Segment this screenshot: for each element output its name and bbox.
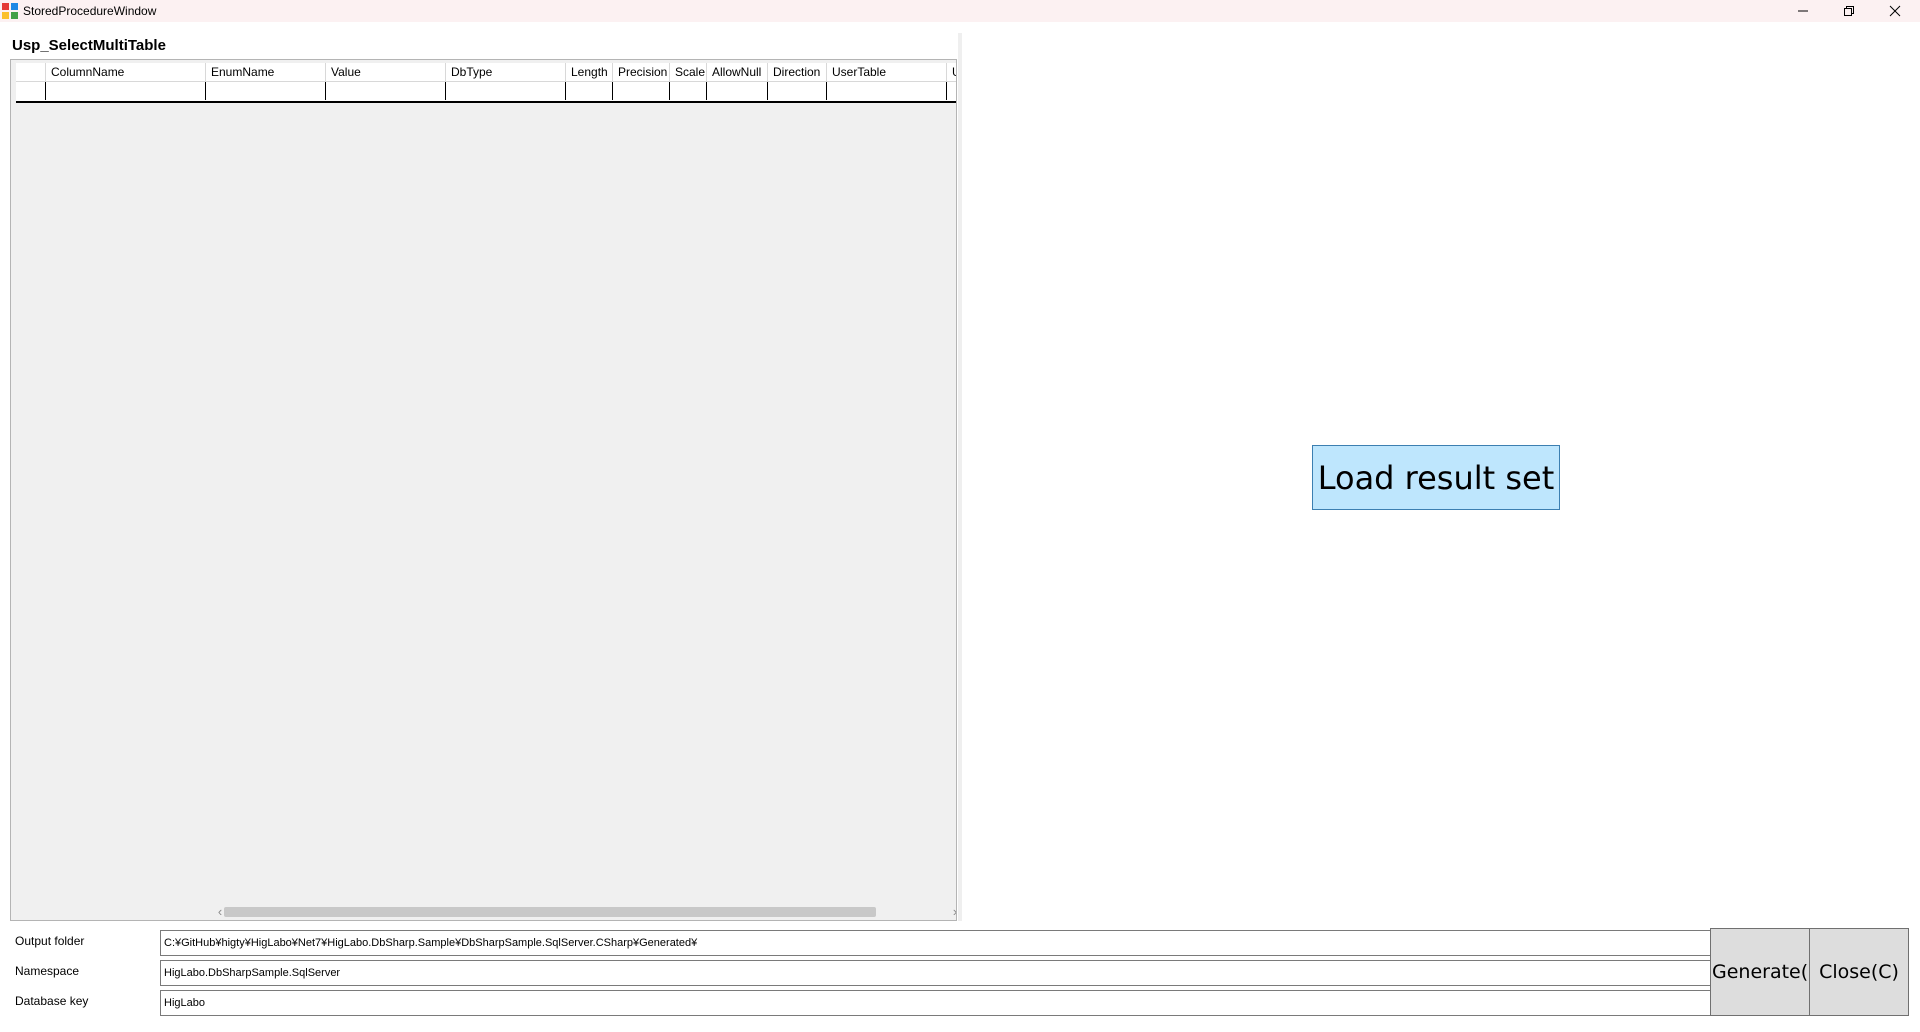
table-row[interactable] [16,82,956,103]
output-folder-input[interactable]: C:¥GitHub¥higty¥HigLabo¥Net7¥HigLabo.DbS… [160,930,1711,956]
column-header[interactable]: Length [566,63,613,81]
app-icon [2,3,18,19]
maximize-button[interactable] [1826,0,1872,22]
row-header[interactable] [16,82,46,100]
table-cell[interactable] [947,82,956,100]
row-header-cell[interactable] [16,63,46,81]
column-header[interactable]: UserTable [827,63,947,81]
close-button[interactable]: Close(C) [1809,928,1909,1016]
grid-header: ColumnName EnumName Value DbType Length … [16,63,956,82]
column-header[interactable]: AllowNull [707,63,768,81]
table-cell[interactable] [206,82,326,100]
minimize-icon [1798,10,1808,12]
scrollbar-thumb[interactable] [224,907,876,917]
output-folder-label: Output folder [15,934,85,948]
namespace-label: Namespace [15,964,80,978]
database-key-input[interactable]: HigLabo [160,990,1711,1016]
table-cell[interactable] [566,82,613,100]
scroll-right-icon[interactable]: › [948,904,956,919]
parameter-grid[interactable]: ColumnName EnumName Value DbType Length … [10,59,957,921]
table-cell[interactable] [707,82,768,100]
horizontal-scrollbar[interactable]: ‹ › [11,903,956,920]
namespace-input[interactable]: HigLabo.DbSharpSample.SqlServer [160,960,1711,986]
window-titlebar: StoredProcedureWindow [0,0,1920,22]
table-cell[interactable] [326,82,446,100]
column-header[interactable]: EnumName [206,63,326,81]
minimize-button[interactable] [1780,0,1826,22]
table-cell[interactable] [613,82,670,100]
procedure-name: Usp_SelectMultiTable [12,37,166,54]
restore-icon [1844,6,1854,16]
column-header[interactable]: Precision [613,63,670,81]
generate-button[interactable]: Generate(C [1710,928,1810,1016]
table-cell[interactable] [670,82,707,100]
load-result-set-button[interactable]: Load result set [1312,445,1560,510]
column-header[interactable]: Direction [768,63,827,81]
table-cell[interactable] [768,82,827,100]
table-cell[interactable] [827,82,947,100]
column-header[interactable]: Value [326,63,446,81]
column-header[interactable]: DbType [446,63,566,81]
table-cell[interactable] [46,82,206,100]
column-header[interactable]: ColumnName [46,63,206,81]
panel-splitter[interactable] [958,33,962,921]
table-cell[interactable] [446,82,566,100]
close-window-button[interactable] [1872,0,1918,22]
close-icon [1889,5,1901,17]
window-title: StoredProcedureWindow [23,4,157,18]
database-key-label: Database key [15,994,89,1008]
column-header[interactable]: Scale [670,63,707,81]
column-header[interactable]: U [947,63,956,81]
